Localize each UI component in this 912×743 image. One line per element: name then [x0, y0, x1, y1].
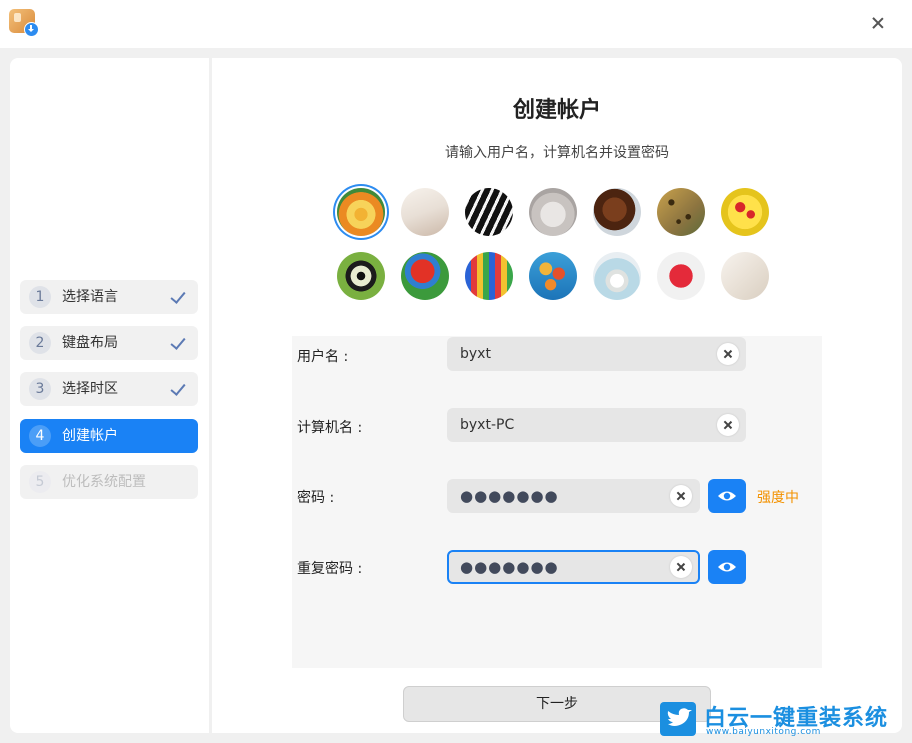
show-password-button[interactable] [708, 479, 746, 513]
password-strength: 强度中 [757, 490, 799, 506]
bird-logo-icon [660, 702, 696, 736]
eye-icon [718, 562, 736, 572]
avatar-ladybug[interactable] [721, 188, 769, 236]
avatar-horse[interactable] [593, 188, 641, 236]
step-label: 创建帐户 [62, 428, 118, 444]
step-number: 2 [29, 332, 51, 354]
username-value: byxt [460, 346, 491, 362]
clear-password-icon[interactable] [670, 485, 692, 507]
clear-repeat-password-icon[interactable] [670, 556, 692, 578]
avatar-room[interactable] [721, 252, 769, 300]
avatar-rings[interactable] [593, 252, 641, 300]
avatar-piano[interactable] [465, 188, 513, 236]
create-account-panel: 创建帐户 请输入用户名，计算机名并设置密码 用户名 : byxt 计算机名 : … [212, 58, 902, 733]
step-select-timezone: 3 选择时区 [20, 372, 198, 406]
step-label: 优化系统配置 [62, 474, 146, 490]
step-select-language: 1 选择语言 [20, 280, 198, 314]
steps-sidebar: 1 选择语言 2 键盘布局 3 选择时区 4 创建帐户 5 优化系统配置 [10, 58, 209, 733]
watermark-logo: 白云一键重装系统 www.baiyunxitong.com [660, 700, 906, 740]
avatar-butterfly[interactable] [337, 252, 385, 300]
computer-name-value: byxt-PC [460, 417, 515, 433]
avatar-kitten[interactable] [529, 188, 577, 236]
step-optimize-config: 5 优化系统配置 [20, 465, 198, 499]
password-value: ●●●●●●● [460, 487, 559, 505]
avatar-heart[interactable] [657, 252, 705, 300]
repeat-password-input[interactable]: ●●●●●●● [447, 550, 700, 584]
avatar-sheet-music[interactable] [401, 188, 449, 236]
username-label: 用户名 : [297, 349, 349, 365]
show-repeat-password-button[interactable] [708, 550, 746, 584]
repeat-password-value: ●●●●●●● [460, 558, 559, 576]
password-label: 密码 : [297, 490, 335, 506]
computer-name-label: 计算机名 : [297, 420, 363, 436]
checkmark-icon [172, 381, 188, 391]
step-number: 4 [29, 425, 51, 447]
computer-name-input[interactable]: byxt-PC [447, 408, 746, 442]
step-create-account: 4 创建帐户 [20, 419, 198, 453]
step-number: 3 [29, 378, 51, 400]
clear-username-icon[interactable] [717, 343, 739, 365]
installer-package-icon [9, 9, 39, 37]
step-number: 5 [29, 471, 51, 493]
avatar-flower[interactable] [337, 188, 385, 236]
step-label: 选择时区 [62, 381, 118, 397]
avatar-hot-air-balloon[interactable] [465, 252, 513, 300]
title-bar [0, 0, 912, 48]
step-label: 选择语言 [62, 289, 118, 305]
step-label: 键盘布局 [62, 335, 118, 351]
clear-computer-name-icon[interactable] [717, 414, 739, 436]
avatar-parrot[interactable] [401, 252, 449, 300]
username-input[interactable]: byxt [447, 337, 746, 371]
step-number: 1 [29, 286, 51, 308]
step-keyboard-layout: 2 键盘布局 [20, 326, 198, 360]
checkmark-icon [172, 335, 188, 345]
watermark-url: www.baiyunxitong.com [706, 727, 821, 737]
checkmark-icon [172, 289, 188, 299]
close-icon[interactable] [866, 11, 890, 35]
page-subtitle: 请输入用户名，计算机名并设置密码 [445, 145, 669, 161]
repeat-password-label: 重复密码 : [297, 561, 363, 577]
password-input[interactable]: ●●●●●●● [447, 479, 700, 513]
page-title: 创建帐户 [512, 98, 601, 123]
avatar-balloons[interactable] [529, 252, 577, 300]
eye-icon [718, 491, 736, 501]
avatar-leopard[interactable] [657, 188, 705, 236]
